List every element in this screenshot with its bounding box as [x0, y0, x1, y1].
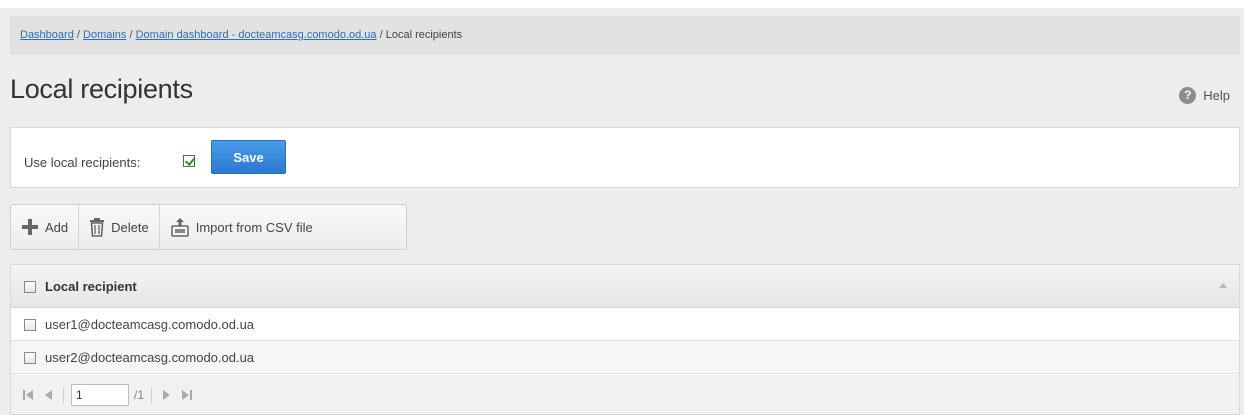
previous-page-icon[interactable]	[42, 388, 56, 402]
breadcrumb-link-domains[interactable]: Domains	[83, 29, 126, 41]
pager-divider	[151, 386, 153, 403]
page-title: Local recipients	[10, 74, 193, 104]
breadcrumb-separator: /	[76, 29, 80, 41]
breadcrumb-link-domain-dashboard[interactable]: Domain dashboard - docteamcasg.comodo.od…	[136, 29, 377, 41]
row-checkbox[interactable]	[24, 352, 36, 364]
first-page-icon[interactable]	[22, 388, 36, 402]
table-row[interactable]: user1@docteamcasg.comodo.od.ua	[11, 308, 1239, 341]
row-checkbox[interactable]	[24, 319, 36, 331]
toolbar: Add Delete Import from CSV file	[10, 204, 407, 250]
sort-ascending-icon[interactable]	[1219, 283, 1227, 288]
pager-divider	[63, 386, 64, 403]
import-csv-icon	[170, 217, 190, 237]
import-csv-label: Import from CSV file	[195, 219, 313, 235]
total-pages-label: /1	[134, 387, 145, 402]
save-button[interactable]: Save	[211, 140, 286, 174]
use-local-recipients-label: Use local recipients:	[24, 155, 141, 170]
pagination-bar: /1	[11, 375, 1239, 414]
trash-icon	[89, 217, 105, 237]
settings-panel: Use local recipients: Save	[10, 127, 1240, 188]
help-link[interactable]: ? Help	[1179, 87, 1230, 104]
delete-button[interactable]: Delete	[79, 205, 160, 249]
delete-label: Delete	[111, 219, 149, 235]
local-recipients-grid: Local recipient user1@docteamcasg.comodo…	[10, 264, 1240, 415]
add-button[interactable]: Add	[11, 205, 80, 249]
breadcrumb: Dashboard / Domains / Domain dashboard -…	[10, 16, 1240, 54]
column-header-local-recipient[interactable]: Local recipient	[45, 279, 137, 294]
breadcrumb-separator: /	[129, 29, 133, 41]
page-number-input[interactable]	[71, 383, 129, 406]
import-csv-button[interactable]: Import from CSV file	[160, 205, 323, 249]
select-all-checkbox[interactable]	[24, 281, 36, 293]
table-row[interactable]: user2@docteamcasg.comodo.od.ua	[11, 341, 1239, 374]
breadcrumb-link-dashboard[interactable]: Dashboard	[20, 29, 74, 41]
recipient-email: user2@docteamcasg.comodo.od.ua	[45, 350, 255, 365]
breadcrumb-separator: /	[379, 29, 383, 41]
plus-icon	[21, 218, 39, 236]
next-page-icon[interactable]	[159, 388, 173, 402]
help-label: Help	[1203, 88, 1230, 103]
breadcrumb-current: Local recipients	[385, 29, 463, 41]
page-container: Dashboard / Domains / Domain dashboard -…	[0, 8, 1244, 415]
recipient-email: user1@docteamcasg.comodo.od.ua	[45, 317, 255, 332]
use-local-recipients-checkbox[interactable]	[183, 155, 195, 167]
add-label: Add	[45, 219, 69, 235]
last-page-icon[interactable]	[179, 388, 193, 402]
grid-header: Local recipient	[11, 265, 1239, 308]
question-circle-icon: ?	[1179, 87, 1197, 104]
